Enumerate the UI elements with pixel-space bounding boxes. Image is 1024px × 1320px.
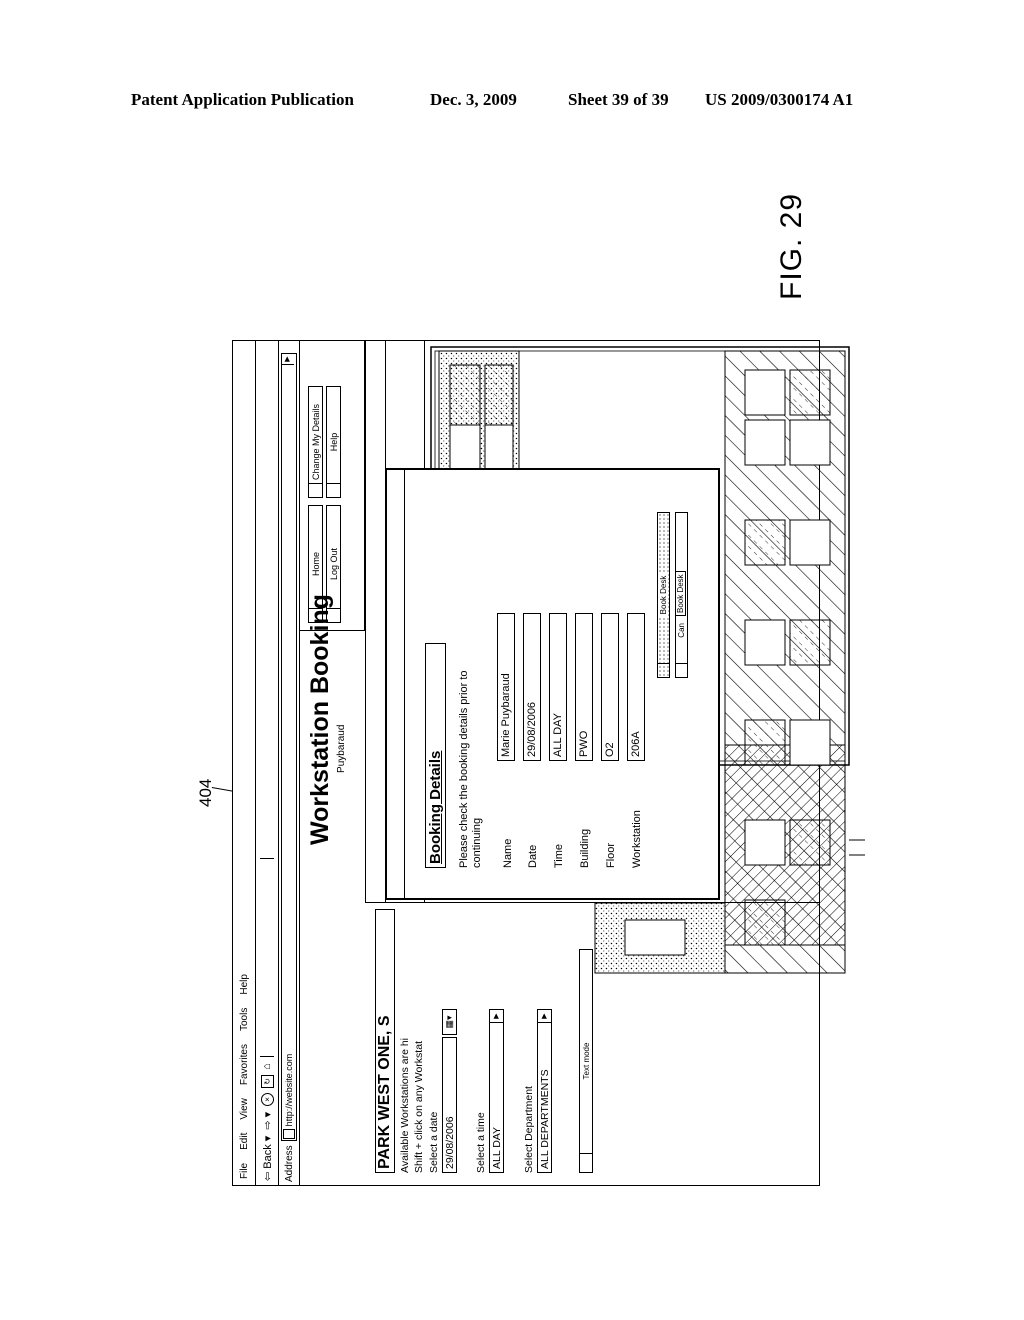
book-desk-label: Book Desk [659, 573, 668, 617]
field-value-floor: O2 [601, 613, 619, 761]
chevron-down-icon[interactable]: ▶ [490, 1010, 503, 1023]
address-bar: Address http://website.com ▶ [279, 341, 300, 1185]
time-select[interactable]: ALL DAY ▶ [489, 1009, 504, 1173]
field-value-time: ALL DAY [549, 613, 567, 761]
field-value-date: 29/08/2006 [523, 613, 541, 761]
divider [365, 341, 366, 903]
navigation-toolbar: ⇦ Back ▾ ⇨ ▾ × ↻ ⌂ [256, 341, 279, 1185]
field-label-date: Date [527, 844, 539, 868]
toolbar-separator [260, 1056, 274, 1058]
publication-date: Dec. 3, 2009 [430, 90, 517, 109]
building-title: PARK WEST ONE, S [375, 909, 395, 1173]
menu-view[interactable]: View [239, 1098, 250, 1120]
help-button[interactable]: Help [326, 386, 341, 498]
field-label-floor: Floor [605, 842, 617, 868]
address-label: Address [283, 1145, 295, 1182]
back-button[interactable]: ⇦ Back ▾ [261, 1136, 274, 1181]
reference-numeral: 404 [196, 778, 215, 807]
department-label: Select Department [523, 1086, 535, 1173]
instruction-line: Shift + click on any Workstat [413, 1041, 425, 1173]
search-panel: PARK WEST ONE, S Available Workstations … [365, 902, 819, 1185]
field-label-building: Building [579, 828, 591, 868]
stop-icon[interactable]: × [260, 1092, 274, 1106]
field-value-workstation: 206A [627, 613, 645, 761]
home-icon[interactable]: ⌂ [261, 1063, 273, 1070]
time-value: ALL DAY [490, 1126, 503, 1169]
refresh-icon[interactable]: ↻ [260, 1074, 274, 1088]
calendar-button[interactable]: ▦▾ [442, 1009, 457, 1035]
back-arrow-icon: ⇦ [261, 1171, 274, 1181]
department-select[interactable]: ALL DEPARTMENTS ▶ [537, 1009, 552, 1173]
publication-number: US 2009/0300174 A1 [705, 90, 854, 109]
publication-label: Patent Application Publication [131, 90, 354, 109]
time-label: Select a time [475, 1112, 487, 1173]
date-label: Select a date [428, 1111, 440, 1173]
browser-window: File Edit View Favorites Tools Help ⇦ Ba… [232, 340, 865, 1186]
book-desk-tooltip: Book Desk [675, 571, 686, 616]
user-name: Puybaraud [336, 724, 347, 773]
publication-header: Patent Application Publication Dec. 3, 2… [0, 90, 1024, 114]
dialog-title: Booking Details [425, 643, 446, 868]
menu-favorites[interactable]: Favorites [239, 1044, 250, 1085]
figure-label: FIG. 29 [775, 192, 808, 300]
forward-dropdown-icon: ▾ [261, 1111, 274, 1118]
book-desk-button[interactable]: Book Desk [657, 512, 670, 678]
forward-button[interactable]: ⇨ ▾ [261, 1112, 274, 1130]
dialog-instructions: Please check the booking details prior t… [458, 670, 483, 868]
menu-help[interactable]: Help [239, 974, 250, 995]
cancel-label: Can [677, 623, 686, 638]
field-value-name: Marie Puybaraud [497, 613, 515, 761]
toolbar-divider [260, 858, 274, 859]
sheet-number: Sheet 39 of 39 [568, 90, 669, 109]
menu-tools[interactable]: Tools [239, 1008, 250, 1031]
field-value-building: PWO [575, 613, 593, 761]
address-url: http://website.com [284, 1053, 294, 1127]
menu-bar: File Edit View Favorites Tools Help [233, 341, 256, 1185]
navigation-buttons: Home Log Out Change My Details Help [299, 341, 365, 631]
department-value: ALL DEPARTMENTS [538, 1069, 551, 1169]
field-label-time: Time [553, 843, 565, 868]
logout-button[interactable]: Log Out [326, 505, 341, 623]
menu-file[interactable]: File [239, 1163, 250, 1179]
date-input[interactable]: 29/08/2006 [442, 1037, 457, 1173]
back-dropdown-icon[interactable]: ▾ [262, 1136, 274, 1142]
address-input[interactable]: http://website.com ▶ [281, 353, 297, 1142]
change-details-button[interactable]: Change My Details [308, 386, 323, 498]
browser-window-rotated: File Edit View Favorites Tools Help ⇦ Ba… [232, 340, 865, 1186]
field-label-workstation: Workstation [631, 810, 643, 868]
entrance-door [849, 839, 865, 856]
field-label-name: Name [502, 838, 514, 868]
calendar-icon: ▦▾ [444, 1015, 454, 1029]
page-title: Workstation Booking [306, 594, 334, 845]
chevron-down-icon[interactable]: ▶ [538, 1010, 551, 1023]
instruction-line: Available Workstations are hi [399, 1037, 411, 1173]
address-dropdown-icon[interactable]: ▶ [282, 354, 294, 365]
forward-arrow-icon: ⇨ [261, 1120, 274, 1130]
text-mode-button[interactable]: Text mode [579, 949, 593, 1173]
page-content: Workstation Booking Welcome Marie Puybar… [299, 341, 865, 1185]
dialog-body: Booking Details Please check the booking… [404, 470, 718, 898]
booking-dialog: Booking Details Please check the booking… [385, 468, 720, 900]
home-button[interactable]: Home [308, 505, 323, 623]
menu-edit[interactable]: Edit [239, 1133, 250, 1150]
user-greeting: Welcome Marie Puybaraud [336, 725, 347, 845]
page-icon [283, 1129, 295, 1140]
back-label: Back [261, 1144, 274, 1169]
